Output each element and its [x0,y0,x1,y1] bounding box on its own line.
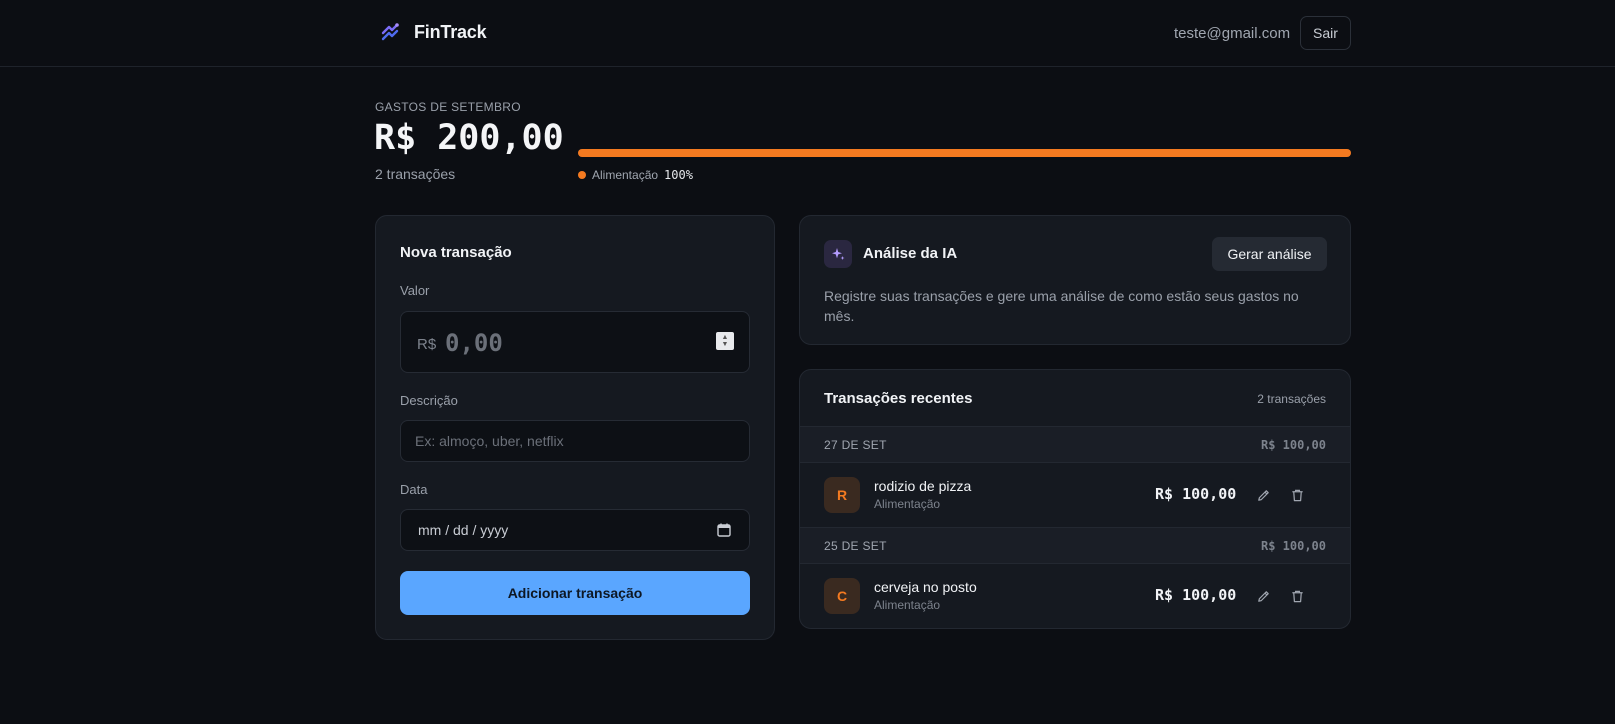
transactions-list: 27 DE SET R$ 100,00 R rodizio de pizza A… [800,426,1350,628]
ai-analysis-card: Análise da IA Gerar análise Registre sua… [799,215,1351,345]
sparkle-icon [824,240,852,268]
transactions-title: Transações recentes [824,390,973,407]
transaction-row[interactable]: R rodizio de pizza Alimentação R$ 100,00 [800,463,1350,527]
category-legend: Alimentação 100% [578,168,693,182]
description-field [400,420,750,462]
day-label: 25 DE SET [824,538,887,553]
summary-count: 2 transações [375,166,456,182]
progress-fill-food [578,149,1351,157]
date-label: Data [400,482,428,497]
transaction-category: Alimentação [874,598,941,612]
legend-dot [578,171,586,179]
transaction-row[interactable]: C cerveja no posto Alimentação R$ 100,00 [800,564,1350,628]
generate-analysis-button[interactable]: Gerar análise [1212,237,1327,271]
value-input[interactable] [445,326,695,360]
chevron-down-icon[interactable]: ▼ [722,341,729,348]
brand[interactable]: FinTrack [380,21,487,43]
legend-category: Alimentação [592,168,659,182]
transactions-count: 2 transações [1257,392,1326,406]
user-email: teste@gmail.com [1174,25,1291,42]
description-label: Descrição [400,393,458,408]
transaction-name: cerveja no posto [874,579,977,595]
logout-button[interactable]: Sair [1300,16,1351,50]
day-header: 27 DE SET R$ 100,00 [800,426,1350,463]
day-header: 25 DE SET R$ 100,00 [800,527,1350,564]
category-progress-bar [578,149,1351,157]
transaction-amount: R$ 100,00 [1155,485,1237,503]
description-input[interactable] [415,421,735,461]
add-transaction-button[interactable]: Adicionar transação [400,571,750,615]
trash-icon[interactable] [1288,486,1306,504]
transaction-avatar: C [824,578,860,614]
value-label: Valor [400,283,430,298]
calendar-icon[interactable] [716,522,732,538]
edit-icon[interactable] [1254,486,1272,504]
brand-name: FinTrack [414,21,487,42]
transaction-category: Alimentação [874,497,941,511]
recent-transactions-card: Transações recentes 2 transações 27 DE S… [799,369,1351,629]
form-title: Nova transação [400,244,512,261]
new-transaction-card: Nova transação Valor R$ ▲ ▼ Descrição Da… [375,215,775,640]
value-field: R$ ▲ ▼ [400,311,750,373]
date-input[interactable]: mm / dd / yyyy [418,522,508,538]
day-label: 27 DE SET [824,437,887,452]
transaction-name: rodizio de pizza [874,478,972,494]
summary-total: R$ 200,00 [374,118,564,158]
day-total: R$ 100,00 [1260,437,1326,452]
chevron-up-icon[interactable]: ▲ [722,334,729,341]
number-spinner[interactable]: ▲ ▼ [716,332,734,350]
trend-logo-icon [381,23,399,41]
edit-icon[interactable] [1254,587,1272,605]
summary-label: GASTOS DE SETEMBRO [375,100,521,114]
trash-icon[interactable] [1288,587,1306,605]
top-header: FinTrack teste@gmail.com Sair [0,0,1615,67]
transaction-amount: R$ 100,00 [1155,586,1237,604]
ai-description: Registre suas transações e gere uma anál… [824,288,1299,324]
ai-title: Análise da IA [863,245,958,262]
day-total: R$ 100,00 [1260,538,1326,553]
date-field[interactable]: mm / dd / yyyy [400,509,750,551]
legend-percent: 100% [664,168,693,182]
transaction-avatar: R [824,477,860,513]
currency-prefix: R$ [417,336,437,353]
